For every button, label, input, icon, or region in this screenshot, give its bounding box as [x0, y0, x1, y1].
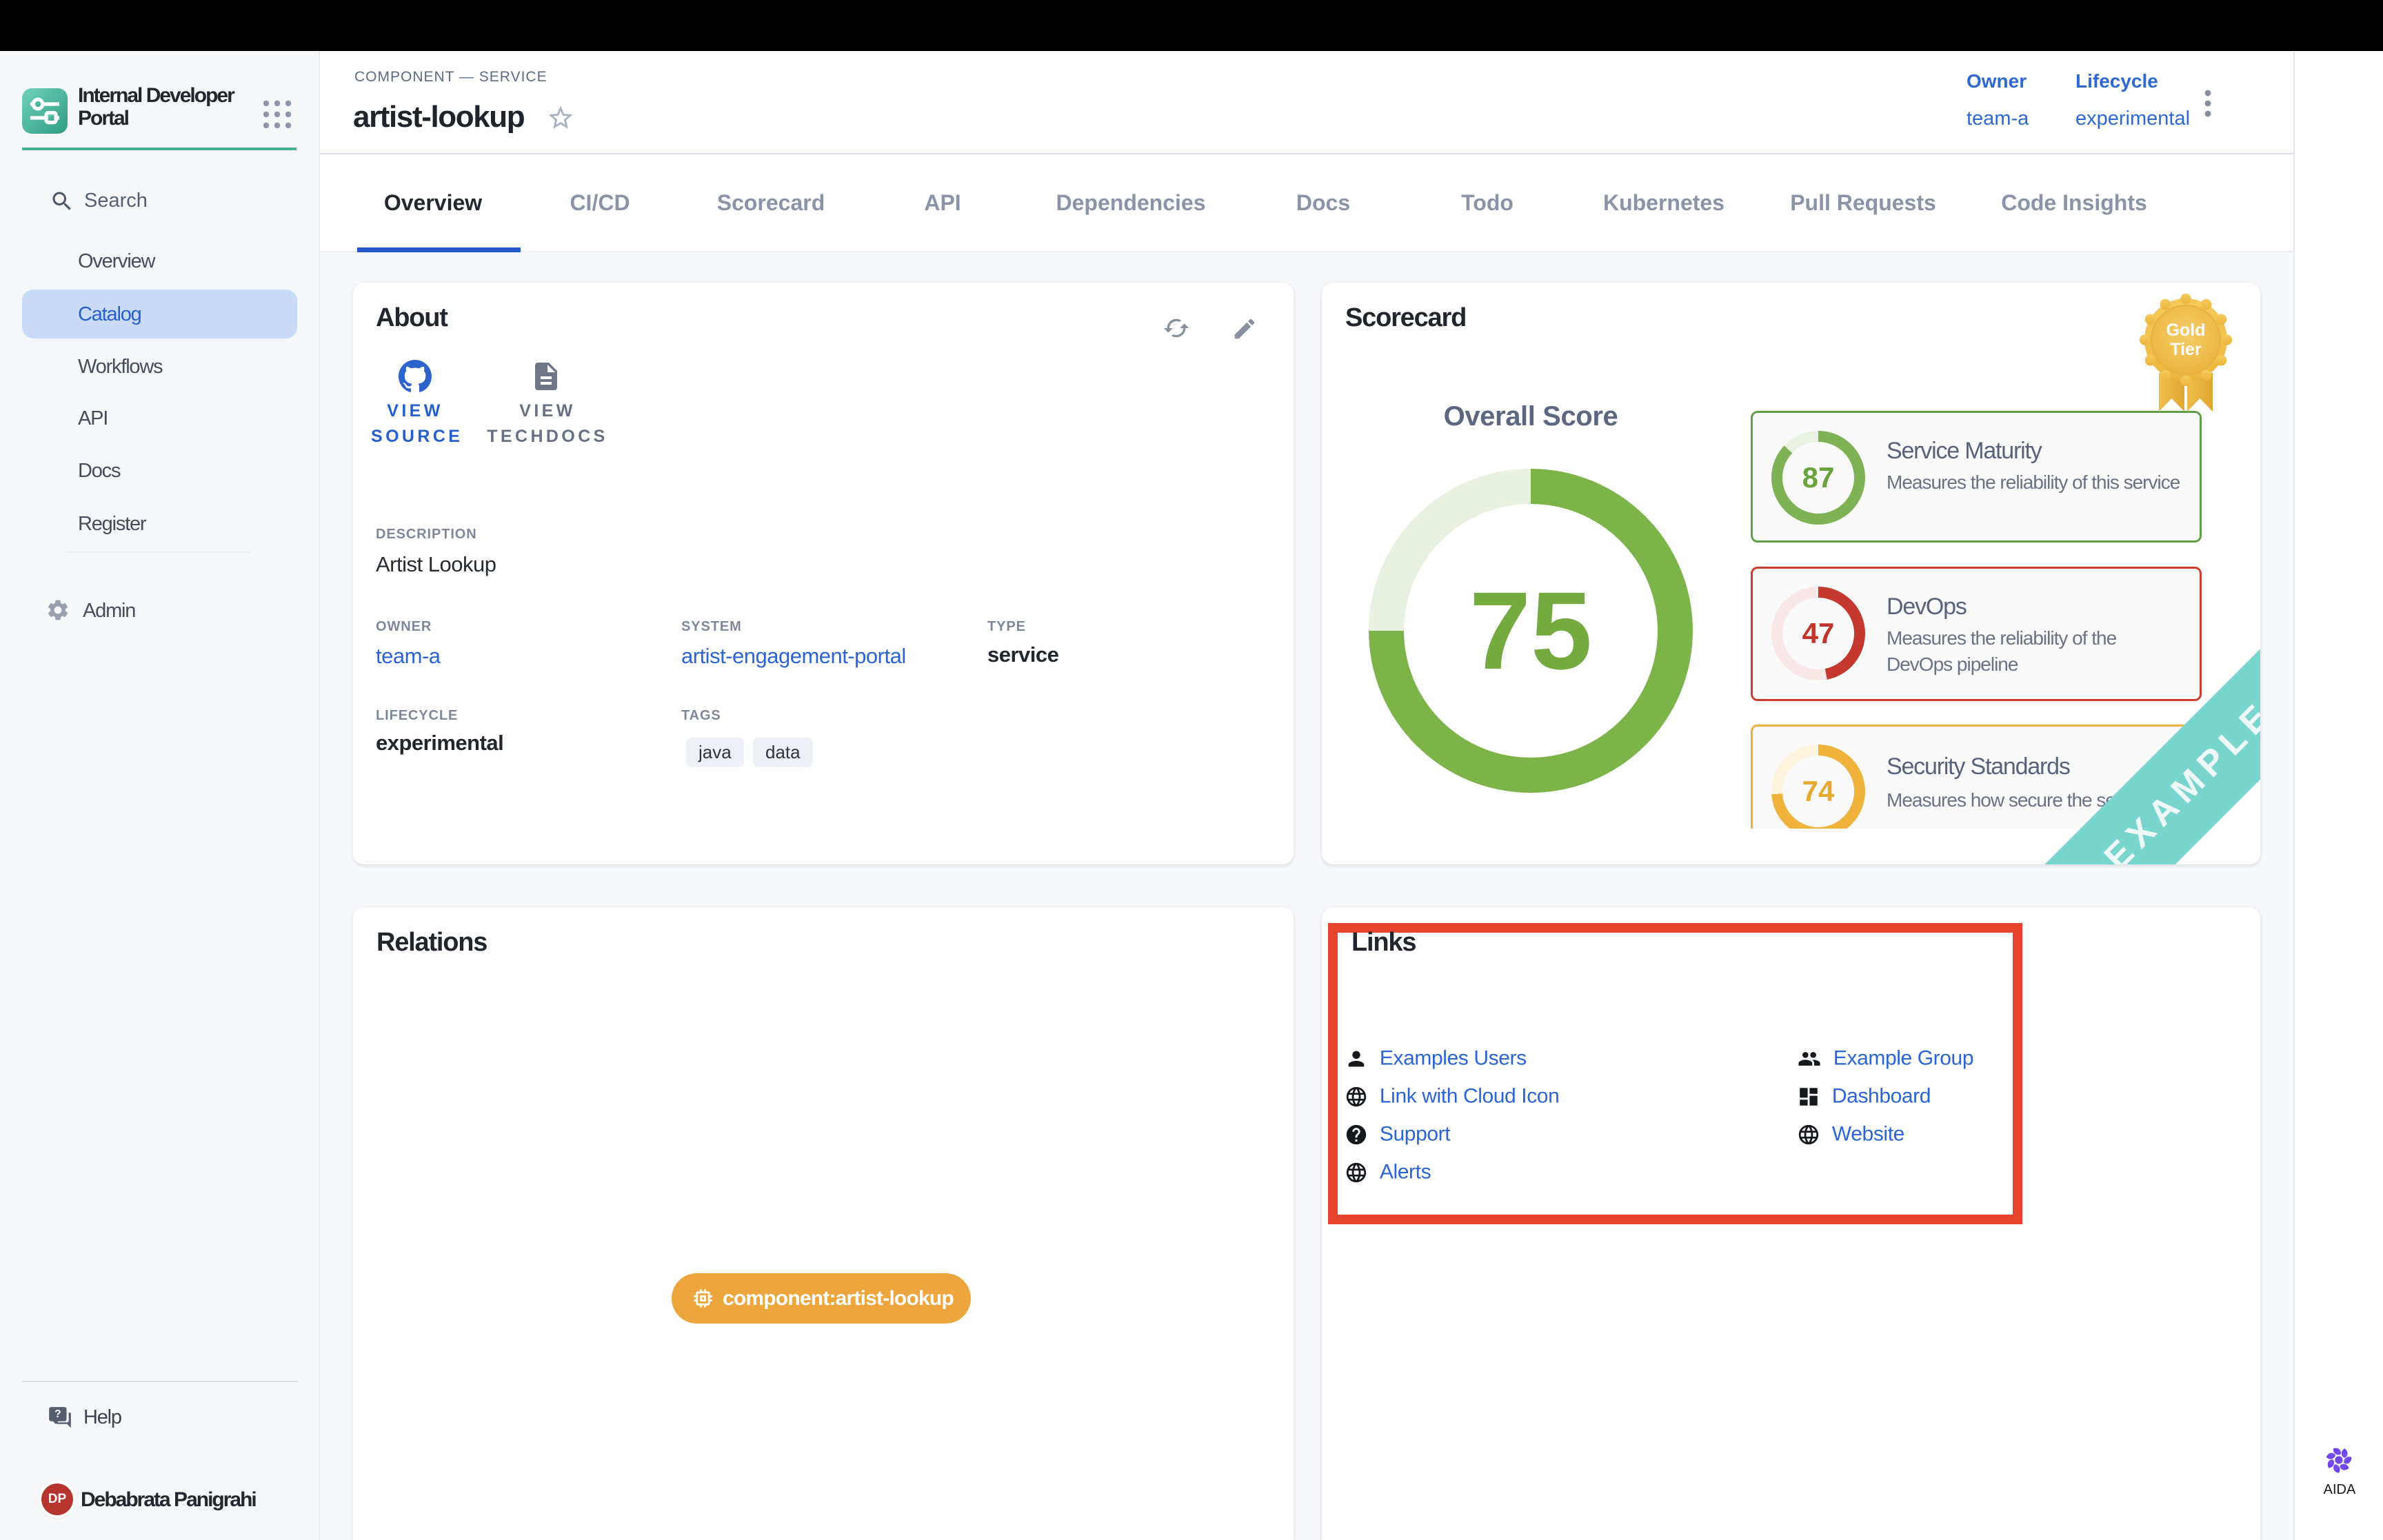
svg-text:Tier: Tier — [2170, 340, 2202, 359]
svg-text:Gold: Gold — [2166, 321, 2206, 340]
svg-text:?: ? — [54, 1408, 61, 1420]
